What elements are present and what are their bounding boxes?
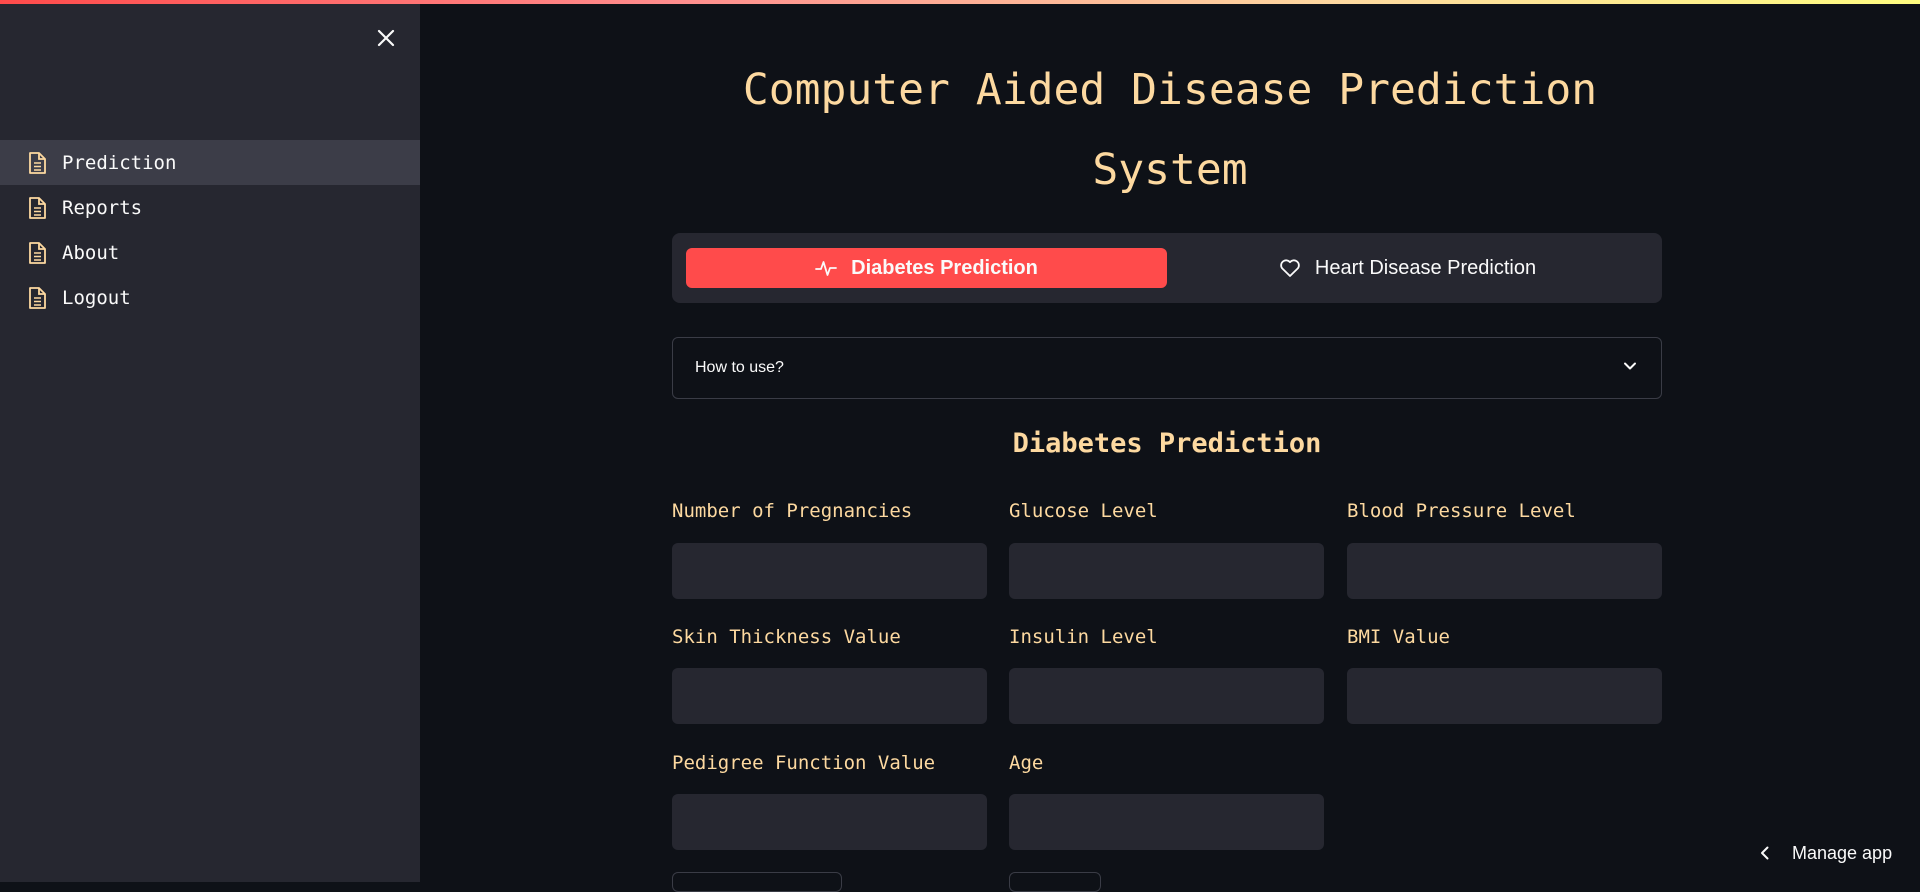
tab-label: Heart Disease Prediction: [1314, 256, 1537, 279]
field-label-pregnancies: Number of Pregnancies: [672, 500, 913, 522]
field-label-insulin: Insulin Level: [1009, 626, 1158, 648]
skin-thickness-input[interactable]: [672, 668, 987, 724]
sidebar-item-reports[interactable]: Reports: [0, 185, 420, 230]
field-label-skin-thickness: Skin Thickness Value: [672, 626, 901, 648]
field-label-pedigree: Pedigree Function Value: [672, 752, 936, 774]
field-label-age: Age: [1009, 752, 1044, 774]
top-decoration-strip: [0, 0, 1920, 4]
submit-button-partial[interactable]: [672, 872, 842, 892]
section-title: Diabetes Prediction: [1012, 428, 1322, 459]
activity-icon: [815, 257, 838, 279]
how-to-use-expander[interactable]: How to use?: [672, 337, 1662, 399]
close-icon[interactable]: [372, 24, 400, 52]
document-icon: [26, 196, 48, 220]
field-label-bmi: BMI Value: [1347, 626, 1450, 648]
pregnancies-input[interactable]: [672, 543, 987, 599]
insulin-input[interactable]: [1009, 668, 1324, 724]
sidebar-item-label: About: [62, 241, 120, 264]
tab-heart-disease-prediction[interactable]: Heart Disease Prediction: [1167, 248, 1648, 288]
tab-label: Diabetes Prediction: [851, 256, 1038, 279]
prediction-tabbar: Diabetes Prediction Heart Disease Predic…: [672, 233, 1662, 303]
age-input[interactable]: [1009, 794, 1324, 850]
tab-diabetes-prediction[interactable]: Diabetes Prediction: [686, 248, 1167, 288]
document-icon: [26, 151, 48, 175]
blood-pressure-input[interactable]: [1347, 543, 1662, 599]
sidebar-item-logout[interactable]: Logout: [0, 275, 420, 320]
field-label-blood-pressure: Blood Pressure Level: [1347, 500, 1576, 522]
glucose-input[interactable]: [1009, 543, 1324, 599]
chevron-down-icon: [1621, 357, 1639, 379]
document-icon: [26, 241, 48, 265]
heart-icon: [1279, 257, 1301, 279]
manage-app-button[interactable]: Manage app: [1756, 838, 1892, 868]
document-icon: [26, 286, 48, 310]
sidebar-item-about[interactable]: About: [0, 230, 420, 275]
manage-app-label: Manage app: [1792, 842, 1893, 863]
sidebar-nav: Prediction Reports About Logout: [0, 140, 420, 320]
expander-label: How to use?: [695, 359, 784, 376]
page-title: Computer Aided Disease Prediction System: [742, 65, 1598, 195]
main-content: Computer Aided Disease Prediction System…: [420, 0, 1920, 892]
sidebar-item-label: Prediction: [62, 151, 177, 174]
sidebar-item-label: Logout: [62, 286, 131, 309]
sidebar: Prediction Reports About Logout: [0, 0, 420, 882]
secondary-button-partial[interactable]: [1009, 872, 1101, 892]
chevron-left-icon: [1756, 844, 1774, 862]
field-label-glucose: Glucose Level: [1009, 500, 1158, 522]
bmi-input[interactable]: [1347, 668, 1662, 724]
sidebar-item-prediction[interactable]: Prediction: [0, 140, 420, 185]
sidebar-item-label: Reports: [62, 196, 143, 219]
pedigree-input[interactable]: [672, 794, 987, 850]
